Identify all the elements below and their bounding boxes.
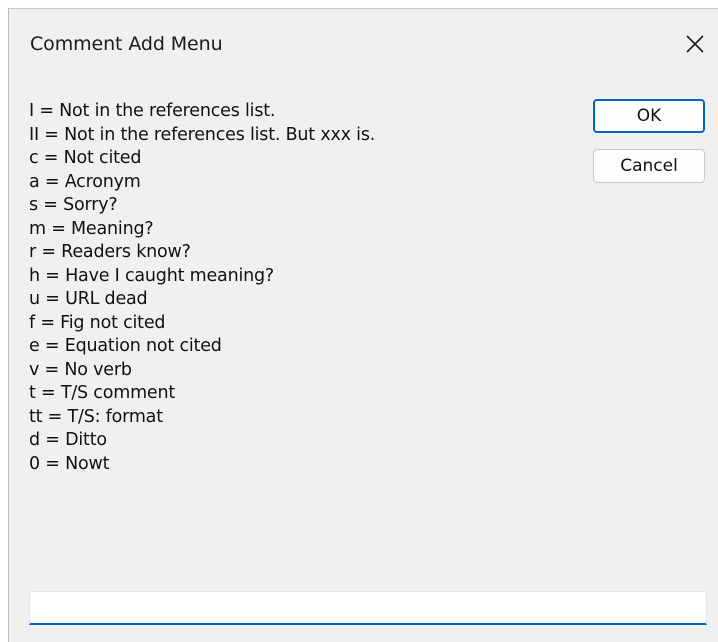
dialog-window: Comment Add Menu I = Not in the referenc… [8,8,718,642]
window-title: Comment Add Menu [30,33,223,55]
list-item: m = Meaning? [29,218,154,239]
close-button[interactable] [681,30,709,58]
list-item: f = Fig not cited [29,312,166,333]
list-item: I = Not in the references list. [29,101,276,121]
ok-button[interactable]: OK [593,99,705,133]
list-item: v = No verb [29,359,132,380]
list-item: II = Not in the references list. But xxx… [29,124,376,145]
list-item: u = URL dead [29,289,148,309]
list-item: r = Readers know? [29,242,191,262]
list-item: 0 = Nowt [29,453,110,474]
list-item: e = Equation not cited [29,336,222,356]
title-bar: Comment Add Menu [9,9,718,81]
list-item: c = Not cited [29,148,142,168]
comment-options-list: I = Not in the references list. II = Not… [29,100,375,476]
list-item: h = Have I caught meaning? [29,265,275,286]
list-item: s = Sorry? [29,195,118,215]
list-item: t = T/S comment [29,383,176,403]
cancel-button[interactable]: Cancel [593,149,705,183]
list-item: a = Acronym [29,171,141,192]
comment-code-input[interactable] [29,591,707,625]
list-item: tt = T/S: format [29,406,163,427]
close-icon [686,35,704,53]
list-item: d = Ditto [29,430,107,450]
